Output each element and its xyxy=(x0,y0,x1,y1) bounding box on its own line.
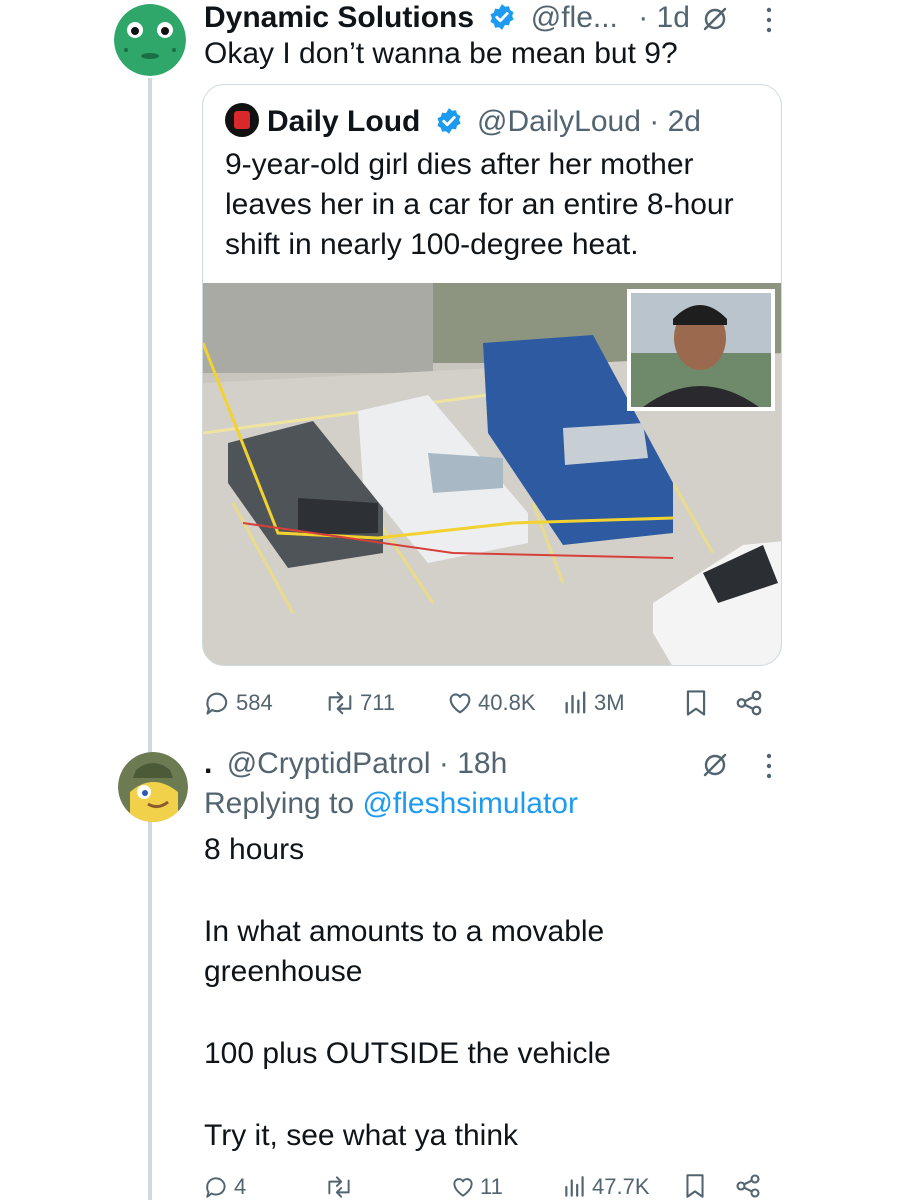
like-count: 11 xyxy=(480,1174,503,1199)
like-icon xyxy=(449,693,471,714)
views-icon xyxy=(565,1176,584,1197)
tweet1-actions: 584 711 40.8K 3M xyxy=(204,688,784,718)
quote-display-name: Daily Loud xyxy=(267,105,421,138)
tweet2-header: . @CryptidPatrol · 18h xyxy=(204,746,507,782)
news-photo-parking-lot[interactable] xyxy=(203,283,782,666)
replying-handle-link[interactable]: @fleshsimulator xyxy=(362,787,578,820)
tweet2-line-3: greenhouse xyxy=(204,955,363,988)
daily-loud-logo-avatar xyxy=(225,103,259,137)
reply-icon xyxy=(206,1177,226,1198)
like-button[interactable]: 11 xyxy=(450,1172,503,1202)
like-button[interactable]: 40.8K xyxy=(446,688,536,718)
tweet1-text: Okay I don’t wanna be mean but 9? xyxy=(204,37,678,70)
tweet1-handle[interactable]: @fle... xyxy=(531,1,618,34)
reply-button[interactable]: 584 xyxy=(204,688,273,718)
views-icon xyxy=(565,691,586,714)
repost-icon xyxy=(328,1176,350,1198)
more-icon[interactable] xyxy=(762,4,776,36)
repost-button[interactable] xyxy=(324,1172,358,1202)
tweet1-display-name[interactable]: Dynamic Solutions xyxy=(204,1,474,34)
bookmark-icon[interactable] xyxy=(682,1172,708,1200)
view-count: 3M xyxy=(594,690,625,715)
tweet1-header: Dynamic Solutions @fle... · 1d xyxy=(204,0,784,36)
quoted-tweet-card[interactable]: Daily Loud @DailyLoud · 2d 9-year-old gi… xyxy=(202,84,782,666)
verified-badge-icon xyxy=(437,108,461,134)
share-icon[interactable] xyxy=(734,1172,762,1200)
quote-handle-time: @DailyLoud · 2d xyxy=(477,105,701,138)
quote-text: 9-year-old girl dies after her mother le… xyxy=(225,148,734,261)
thread-connector-line xyxy=(148,78,152,1200)
replying-to: Replying to @fleshsimulator xyxy=(204,786,578,822)
view-count: 47.7K xyxy=(592,1174,650,1199)
avatar-dynamic-solutions[interactable] xyxy=(114,4,186,76)
quote-header: Daily Loud @DailyLoud · 2d xyxy=(225,103,701,140)
reply-icon xyxy=(206,692,228,715)
reply-count: 4 xyxy=(234,1174,247,1199)
grok-slash-icon[interactable] xyxy=(700,750,730,780)
views-button[interactable]: 3M xyxy=(562,688,625,718)
tweet2-line-4: 100 plus OUTSIDE the vehicle xyxy=(204,1037,611,1070)
views-button[interactable]: 47.7K xyxy=(562,1172,650,1202)
verified-badge-icon xyxy=(490,4,514,30)
repost-button[interactable]: 711 xyxy=(324,688,395,718)
tweet2-handle-time[interactable]: @CryptidPatrol · 18h xyxy=(227,747,508,780)
like-icon xyxy=(453,1178,473,1197)
replying-prefix: Replying to xyxy=(204,787,355,820)
tweet2-display-name[interactable]: . xyxy=(204,747,212,780)
reply-count: 584 xyxy=(236,690,273,715)
tweet2-line-2: In what amounts to a movable xyxy=(204,915,605,948)
avatar-cryptid-patrol[interactable] xyxy=(118,752,188,822)
repost-count: 711 xyxy=(360,690,396,715)
repost-icon xyxy=(328,691,352,715)
tweet2-actions: 4 11 47.7K xyxy=(204,1172,784,1202)
tweet1-time[interactable]: · 1d xyxy=(638,1,690,34)
more-icon[interactable] xyxy=(762,750,776,782)
tweet2-line-1: 8 hours xyxy=(204,833,305,866)
share-icon[interactable] xyxy=(734,688,764,718)
reply-button[interactable]: 4 xyxy=(204,1172,246,1202)
like-count: 40.8K xyxy=(478,690,536,715)
bookmark-icon[interactable] xyxy=(682,688,710,718)
grok-slash-icon[interactable] xyxy=(700,4,730,34)
tweet2-line-5: Try it, see what ya think xyxy=(204,1119,519,1152)
